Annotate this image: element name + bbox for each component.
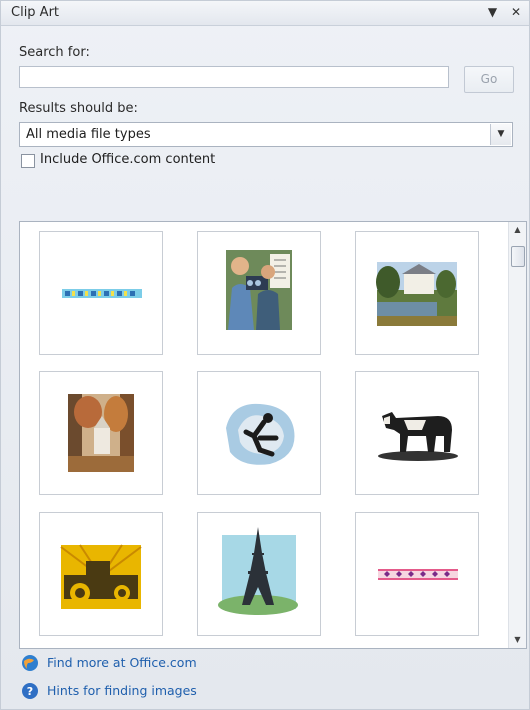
media-type-select[interactable]: All media file types ▼ [19, 122, 513, 147]
chevron-down-icon[interactable]: ▼ [490, 124, 511, 145]
country-house-lake-photo [376, 262, 457, 326]
tractor-clipart [60, 544, 142, 609]
decorative-border-pink-clipart [378, 569, 458, 580]
dropdown-arrow-icon[interactable]: ▼ [488, 5, 497, 19]
clipart-tile[interactable] [355, 371, 479, 495]
search-label: Search for: [19, 45, 90, 60]
scroll-up-icon[interactable]: ▲ [509, 222, 526, 238]
dancer-abstract-clipart [226, 403, 295, 465]
clipart-tile[interactable] [355, 231, 479, 355]
clipart-tile[interactable] [197, 231, 321, 355]
clip-art-pane: Clip Art ▼ ✕ Search for: Go Results shou… [0, 0, 530, 710]
hints-link[interactable]: Hints for finding images [47, 683, 197, 698]
scroll-down-icon[interactable]: ▼ [509, 632, 526, 648]
close-icon[interactable]: ✕ [511, 5, 521, 19]
clipart-tile[interactable] [39, 231, 163, 355]
help-icon: ? [22, 683, 38, 699]
church-autumn-trees-photo [68, 394, 134, 472]
clipart-tile[interactable] [39, 371, 163, 495]
eiffel-tower-clipart [218, 527, 298, 615]
photographer-camera-clipart [226, 250, 292, 330]
scroll-thumb[interactable] [511, 246, 525, 267]
media-type-value: All media file types [26, 127, 151, 142]
find-more-link[interactable]: Find more at Office.com [47, 655, 197, 670]
go-button[interactable]: Go [464, 66, 514, 93]
clipart-tile[interactable] [355, 512, 479, 636]
pane-title-buttons: ▼ ✕ [478, 5, 521, 19]
clipart-tile[interactable] [39, 512, 163, 636]
results-scrollbar[interactable]: ▲ ▼ [508, 222, 526, 648]
decorative-border-blue-clipart [62, 289, 142, 298]
office-globe-icon [22, 655, 38, 671]
pane-title: Clip Art [11, 5, 60, 20]
svg-text:?: ? [27, 685, 33, 698]
include-office-label: Include Office.com content [40, 152, 216, 167]
clipart-tile[interactable] [197, 512, 321, 636]
results-type-label: Results should be: [19, 101, 138, 116]
include-office-checkbox[interactable] [21, 154, 35, 168]
clipart-tile[interactable] [197, 371, 321, 495]
pane-titlebar: Clip Art ▼ ✕ [1, 1, 529, 26]
results-gallery: ▲ ▼ [19, 221, 527, 649]
search-input[interactable] [19, 66, 449, 88]
cow-woodcut-clipart [378, 412, 458, 461]
